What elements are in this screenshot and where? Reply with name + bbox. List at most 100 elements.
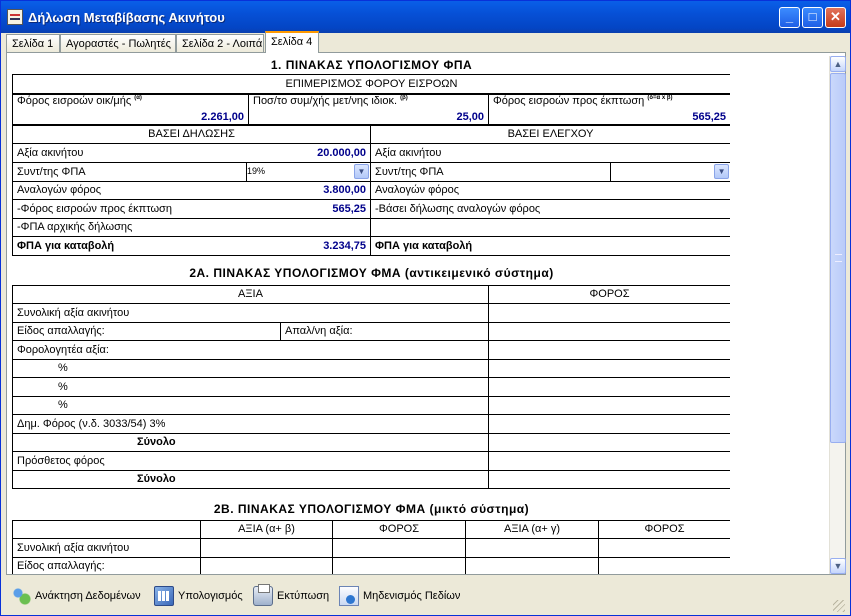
window-title: Δήλωση Μεταβίβασης Ακινήτου <box>28 10 225 25</box>
tax-cell[interactable] <box>487 377 730 397</box>
exempted-value-label: Απαλ/νη αξία: <box>280 321 489 341</box>
scroll-thumb[interactable] <box>830 73 846 443</box>
mixed-exemption-type-label: Είδος απαλλαγής: <box>12 556 201 574</box>
tax-cell[interactable] <box>487 395 730 415</box>
audit-empty-row <box>370 217 730 237</box>
audit-proportional-tax-label: Αναλογών φόρος <box>370 180 730 200</box>
cell[interactable] <box>597 556 730 574</box>
tax-cell[interactable] <box>487 432 730 452</box>
scroll-down-icon[interactable]: ▼ <box>830 558 846 574</box>
app-icon <box>7 9 23 25</box>
clear-page-icon <box>339 586 359 606</box>
cell[interactable] <box>200 538 333 558</box>
vat-rate-select[interactable]: 19% ▼ <box>245 161 372 182</box>
bottom-toolbar: Ανάκτηση Δεδομένων Υπολογισμός Εκτύπωση … <box>6 579 846 613</box>
municipal-tax-label: Δημ. Φόρος (ν.δ. 3033/54) 3% <box>12 414 489 434</box>
tax-header-1: ΦΟΡΟΣ <box>332 519 466 539</box>
audit-vat-rate-label: Συντ/της ΦΠΑ <box>370 161 612 182</box>
declaration-basis-header: ΒΑΣΕΙ ΔΗΛΩΣΗΣ <box>12 124 372 144</box>
load-data-button[interactable]: Ανάκτηση Δεδομένων <box>11 584 141 608</box>
audit-vat-rate-select[interactable]: ▼ <box>610 161 730 182</box>
deductible-tax-note: (δ=α x β) <box>647 94 673 101</box>
input-tax-note: (α) <box>134 94 142 101</box>
vat-rate-label: Συντ/της ΦΠΑ <box>12 161 247 182</box>
total-property-value-label: Συνολική αξία ακινήτου <box>12 303 489 323</box>
fma-mixed-title: 2Β. ΠΙΝΑΚΑΣ ΥΠΟΛΟΓΙΣΜΟΥ ΦΜΑ (μικτό σύστη… <box>12 498 730 521</box>
total-label-2: Σύνολο <box>12 469 489 489</box>
input-tax-value[interactable]: 2.261,00 <box>201 111 244 123</box>
cell[interactable] <box>332 556 466 574</box>
users-icon <box>11 586 31 606</box>
vertical-scrollbar[interactable]: ▲ ▼ <box>829 56 846 574</box>
fma-objective-title: 2Α. ΠΙΝΑΚΑΣ ΥΠΟΛΟΓΙΣΜΟΥ ΦΜΑ (αντικειμενι… <box>12 261 730 286</box>
vat-payable-label: ΦΠΑ για καταβολή <box>12 236 247 256</box>
title-bar[interactable]: Δήλωση Μεταβίβασης Ακινήτου _ □ ✕ <box>1 1 850 33</box>
input-tax-cell: Φόρος εισροών οικ/μής (α) 2.261,00 <box>12 93 249 125</box>
percent-row-2[interactable]: % <box>12 377 489 397</box>
cell[interactable] <box>597 538 730 558</box>
deductible-tax-row-value: 565,25 <box>246 199 372 219</box>
tab-page-2-other[interactable]: Σελίδα 2 - Λοιπά <box>176 34 264 53</box>
tax-cell[interactable] <box>487 358 730 378</box>
chevron-down-icon[interactable]: ▼ <box>354 163 370 179</box>
tax-column-header: ΦΟΡΟΣ <box>487 284 730 304</box>
tab-page-4[interactable]: Σελίδα 4 <box>265 31 319 53</box>
tax-cell[interactable] <box>487 340 730 360</box>
input-tax-allocation-header: ΕΠΙΜΕΡΙΣΜΟΣ ΦΟΡΟΥ ΕΙΣΡΟΩΝ <box>12 74 730 94</box>
audit-property-value-label: Αξία ακινήτου <box>370 143 730 163</box>
fma-objective-section: 2Α. ΠΙΝΑΚΑΣ ΥΠΟΛΟΓΙΣΜΟΥ ΦΜΑ (αντικειμενι… <box>12 261 730 489</box>
declared-proportional-tax-label: -Βάσει δήλωσης αναλογών φόρος <box>370 199 730 219</box>
deductible-tax-cell: Φόρος εισροών προς έκπτωση (δ=α x β) 565… <box>488 93 730 125</box>
calculate-label: Υπολογισμός <box>178 590 243 602</box>
input-tax-label: Φόρος εισροών οικ/μής <box>17 94 132 107</box>
exemption-type-label: Είδος απαλλαγής: <box>12 321 281 341</box>
cell[interactable] <box>332 538 466 558</box>
tax-cell[interactable] <box>487 303 730 323</box>
tax-cell[interactable] <box>487 451 730 471</box>
ownership-percent-value[interactable]: 25,00 <box>456 111 484 123</box>
proportional-tax-label: Αναλογών φόρος <box>12 180 247 200</box>
printer-icon <box>253 584 273 606</box>
vat-rate-value: 19% <box>247 165 266 176</box>
calculator-icon <box>154 586 174 606</box>
tax-cell[interactable] <box>487 321 730 341</box>
proportional-tax-value: 3.800,00 <box>246 180 372 200</box>
minimize-button[interactable]: _ <box>779 7 800 28</box>
ownership-percent-note: (β) <box>400 94 408 101</box>
deductible-tax-value: 565,25 <box>692 110 726 123</box>
form-content: 1. ΠΙΝΑΚΑΣ ΥΠΟΛΟΓΙΣΜΟΥ ΦΠΑ ΕΠΙΜΕΡΙΣΜΟΣ Φ… <box>12 56 730 574</box>
reset-fields-button[interactable]: Μηδενισμός Πεδίων <box>339 584 460 608</box>
original-vat-label: -ΦΠΑ αρχικής δήλωσης <box>12 217 372 237</box>
calculate-button[interactable]: Υπολογισμός <box>154 584 243 608</box>
ownership-percent-cell: Ποσ/το συμ/χής μετ/νης ιδιοκ. (β) 25,00 <box>248 93 489 125</box>
cell[interactable] <box>200 556 333 574</box>
resize-grip-icon[interactable] <box>833 600 845 612</box>
maximize-button[interactable]: □ <box>802 7 823 28</box>
scroll-up-icon[interactable]: ▲ <box>830 56 846 72</box>
chevron-down-icon[interactable]: ▼ <box>714 163 730 179</box>
deductible-tax-row-label: -Φόρος εισροών προς έκπτωση <box>12 199 247 219</box>
property-value-field[interactable]: 20.000,00 <box>246 143 372 163</box>
tax-cell[interactable] <box>487 469 730 489</box>
tab-page-1[interactable]: Σελίδα 1 <box>6 34 60 53</box>
ownership-percent-label: Ποσ/το συμ/χής μετ/νης ιδιοκ. <box>253 94 398 107</box>
percent-row-3[interactable]: % <box>12 395 489 415</box>
fma-mixed-section: 2Β. ΠΙΝΑΚΑΣ ΥΠΟΛΟΓΙΣΜΟΥ ΦΜΑ (μικτό σύστη… <box>12 498 730 574</box>
cell[interactable] <box>465 538 599 558</box>
tab-panel: 1. ΠΙΝΑΚΑΣ ΥΠΟΛΟΓΙΣΜΟΥ ΦΠΑ ΕΠΙΜΕΡΙΣΜΟΣ Φ… <box>6 52 846 575</box>
close-button[interactable]: ✕ <box>825 7 846 28</box>
value-ab-header: ΑΞΙΑ (α+ β) <box>200 519 333 539</box>
print-button[interactable]: Εκτύπωση <box>253 584 329 608</box>
tax-cell[interactable] <box>487 414 730 434</box>
taxable-value-label: Φορολογητέα αξία: <box>12 340 489 360</box>
mixed-total-value-label: Συνολική αξία ακινήτου <box>12 538 201 558</box>
vat-section: 1. ΠΙΝΑΚΑΣ ΥΠΟΛΟΓΙΣΜΟΥ ΦΠΑ ΕΠΙΜΕΡΙΣΜΟΣ Φ… <box>12 56 730 256</box>
reset-fields-label: Μηδενισμός Πεδίων <box>363 590 461 602</box>
tax-header-2: ΦΟΡΟΣ <box>597 519 730 539</box>
tab-buyers-sellers[interactable]: Αγοραστές - Πωλητές <box>60 34 176 53</box>
vat-payable-value: 3.234,75 <box>246 236 372 256</box>
percent-row-1[interactable]: % <box>12 358 489 378</box>
cell[interactable] <box>465 556 599 574</box>
additional-tax-label: Πρόσθετος φόρος <box>12 451 489 471</box>
value-column-header: ΑΞΙΑ <box>12 284 489 304</box>
